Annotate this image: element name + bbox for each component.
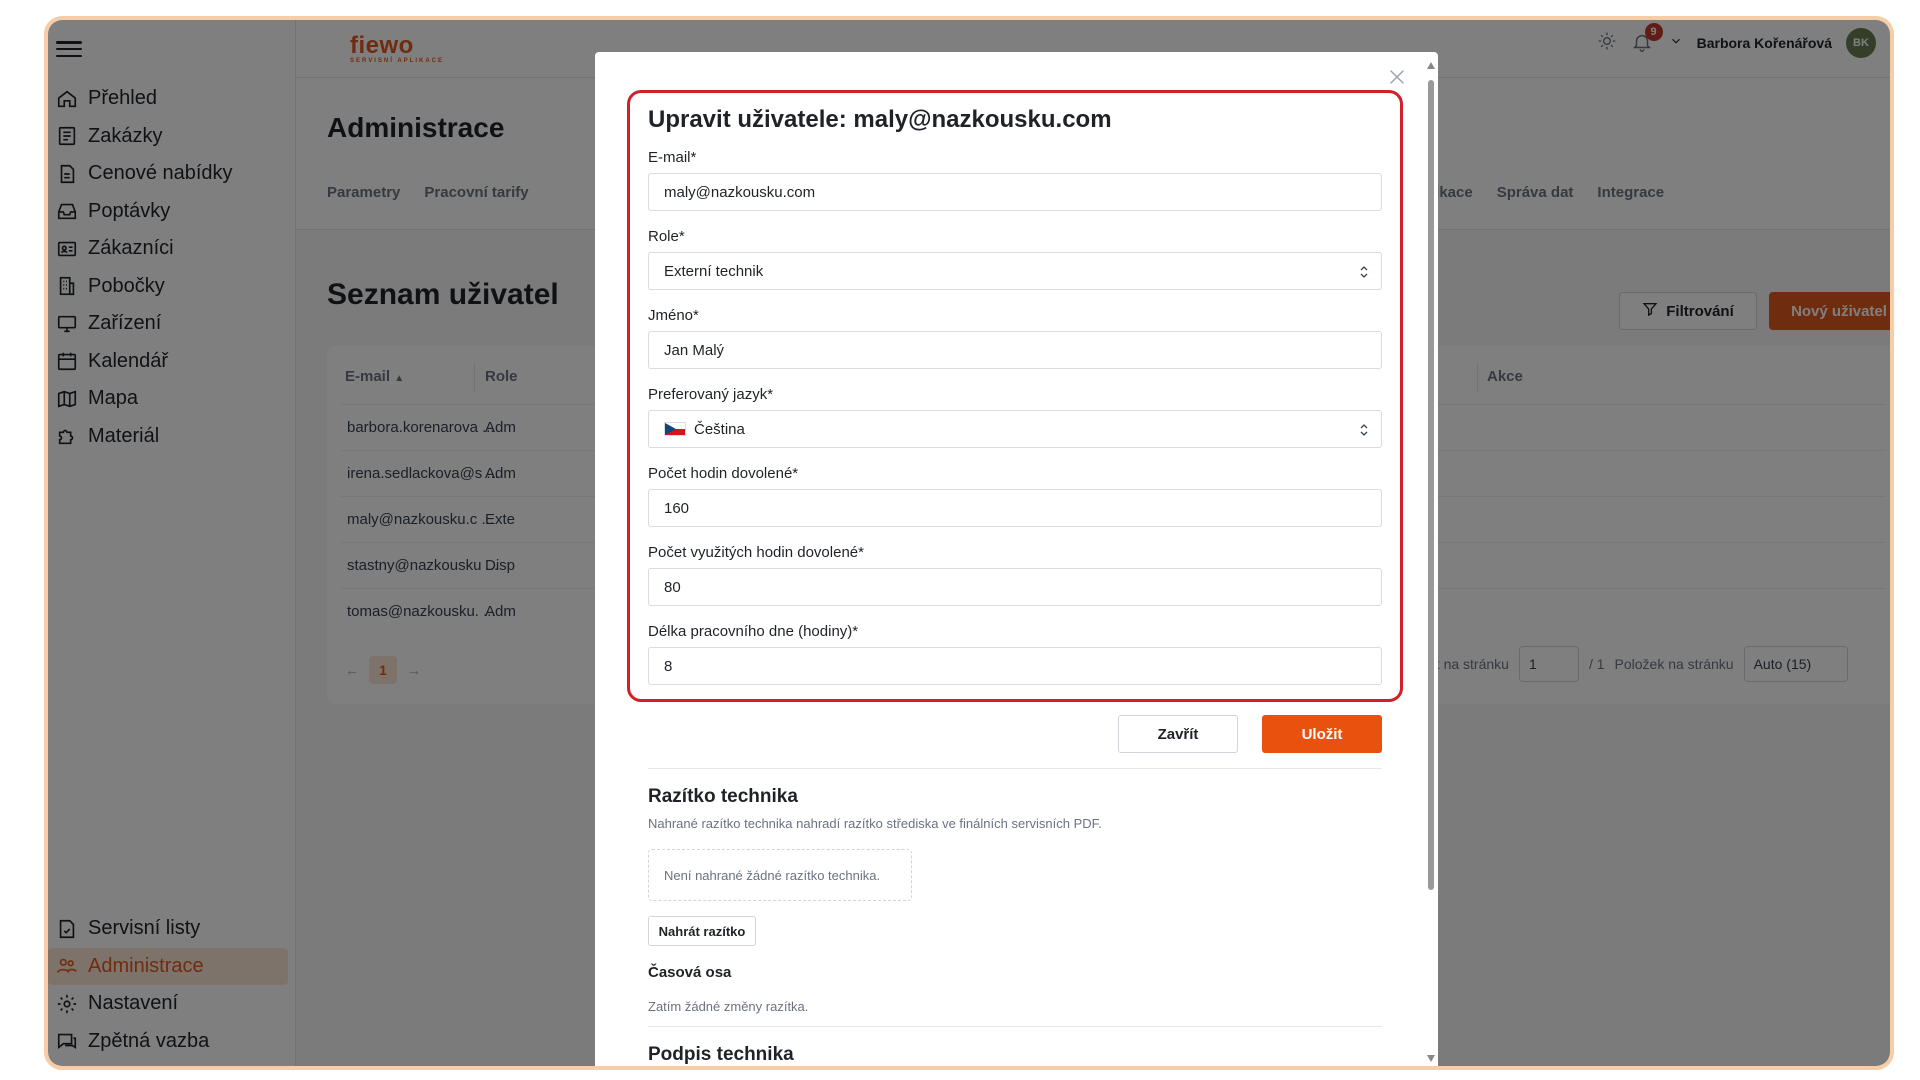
modal-scrollbar[interactable] (1426, 62, 1436, 1062)
vacation-hours-field[interactable]: 160 (648, 489, 1382, 527)
email-label: E-mail* (648, 149, 697, 166)
email-value: maly@nazkousku.com (664, 183, 816, 201)
used-vacation-value: 80 (664, 578, 681, 596)
workday-label: Délka pracovního dne (hodiny)* (648, 623, 859, 640)
upload-stamp-button[interactable]: Nahrát razítko (648, 916, 756, 946)
czech-flag-icon (664, 422, 686, 436)
timeline-label: Časová osa (648, 964, 732, 981)
edit-user-modal: Upravit uživatele: maly@nazkousku.com E-… (595, 52, 1438, 1066)
signature-section-title: Podpis technika (648, 1044, 794, 1065)
used-vacation-hours-field[interactable]: 80 (648, 568, 1382, 606)
scroll-down-arrow-icon[interactable] (1427, 1055, 1435, 1062)
name-field[interactable]: Jan Malý (648, 331, 1382, 369)
workday-length-field[interactable]: 8 (648, 647, 1382, 685)
scroll-up-arrow-icon[interactable] (1427, 62, 1435, 69)
select-arrows-icon (1360, 266, 1368, 278)
role-value: Externí technik (664, 262, 764, 280)
scroll-thumb[interactable] (1428, 80, 1434, 890)
vacation-label: Počet hodin dovolené* (648, 465, 799, 482)
role-label: Role* (648, 228, 685, 245)
name-value: Jan Malý (664, 341, 725, 359)
role-select[interactable]: Externí technik (648, 252, 1382, 290)
language-label: Preferovaný jazyk* (648, 386, 774, 403)
language-value: Čeština (694, 420, 745, 438)
divider (648, 768, 1382, 769)
save-button[interactable]: Uložit (1262, 715, 1382, 753)
stamp-placeholder: Není nahrané žádné razítko technika. (648, 849, 912, 901)
timeline-empty-text: Zatím žádné změny razítka. (648, 999, 809, 1014)
used-vacation-label: Počet využitých hodin dovolené* (648, 544, 864, 561)
stamp-description: Nahrané razítko technika nahradí razítko… (648, 816, 1102, 831)
modal-title: Upravit uživatele: maly@nazkousku.com (648, 106, 1112, 133)
divider (648, 1026, 1382, 1027)
app-frame: Přehled Zakázky Cenové nabídky Poptávky … (44, 16, 1894, 1070)
vacation-value: 160 (664, 499, 690, 517)
email-field[interactable]: maly@nazkousku.com (648, 173, 1382, 211)
language-select[interactable]: Čeština (648, 410, 1382, 448)
close-icon[interactable] (1386, 66, 1408, 88)
stamp-section-title: Razítko technika (648, 786, 798, 807)
workday-value: 8 (664, 657, 673, 675)
name-label: Jméno* (648, 307, 699, 324)
close-button[interactable]: Zavřít (1118, 715, 1238, 753)
select-arrows-icon (1360, 424, 1368, 436)
